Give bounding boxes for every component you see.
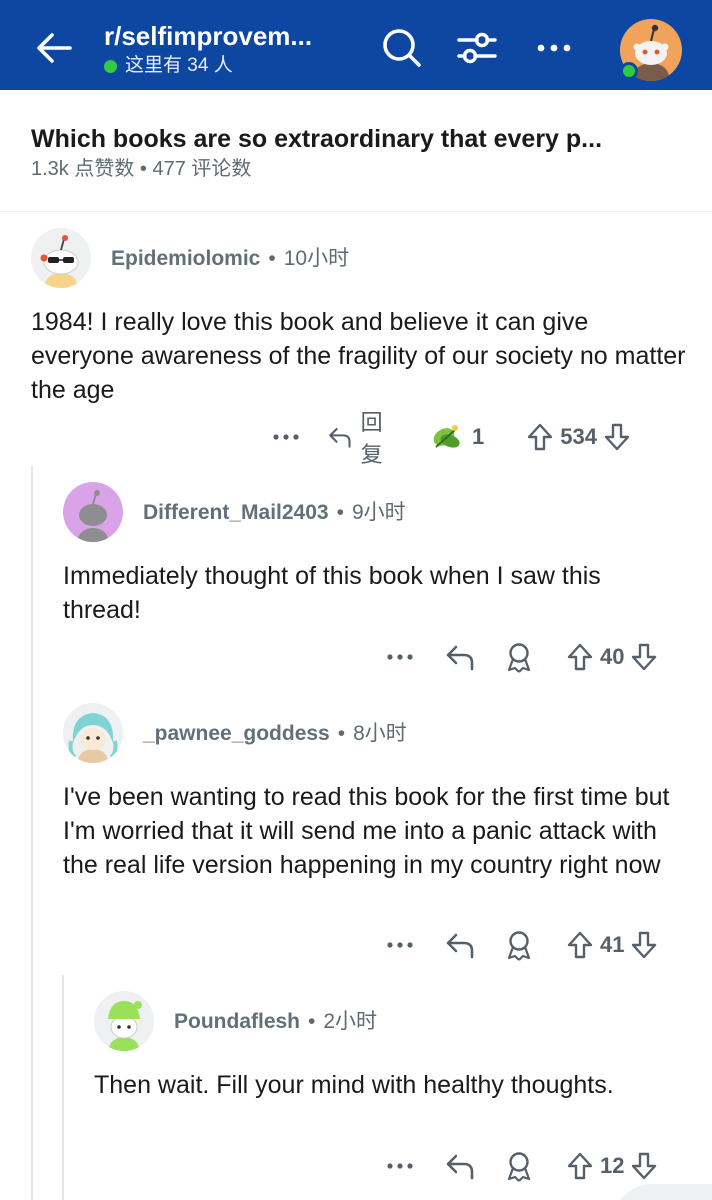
reply-button[interactable]: 回复 <box>327 405 396 469</box>
more-icon <box>387 942 413 948</box>
more-button[interactable] <box>530 24 578 72</box>
award-ribbon-icon <box>507 643 531 673</box>
downvote-button[interactable] <box>630 642 658 672</box>
comment-author[interactable]: Epidemiolomic <box>111 247 260 270</box>
comment-time: 9小时 <box>351 501 406 524</box>
green-hat-avatar-icon <box>108 1001 142 1051</box>
comment-body[interactable]: I've been wanting to read this book for … <box>63 780 693 882</box>
more-icon <box>273 434 300 440</box>
vote-score: 41 <box>600 932 625 957</box>
comment-author[interactable]: _pawnee_goddess <box>143 722 330 745</box>
more-icon <box>537 44 571 52</box>
post-stats: 1.3k 点赞数 • 477 评论数 <box>31 158 252 180</box>
award-ribbon-icon <box>507 1152 531 1182</box>
comment-author[interactable]: Different_Mail2403 <box>143 501 329 524</box>
award-count: 1 <box>472 424 485 449</box>
upvote-button[interactable] <box>566 1151 594 1181</box>
default-avatar-icon <box>78 490 108 542</box>
reply-label: 回复 <box>360 410 383 467</box>
more-options-button[interactable] <box>380 940 420 950</box>
reply-icon <box>446 645 474 671</box>
back-button[interactable] <box>28 24 80 72</box>
more-icon <box>387 1163 413 1169</box>
meta-separator: • <box>337 722 346 745</box>
reply-button[interactable] <box>444 1151 476 1181</box>
online-count: 这里有 34 人 <box>104 54 374 78</box>
top-bar: r/selfimprovem... 这里有 34 人 <box>0 0 712 90</box>
award-button[interactable] <box>504 1150 534 1182</box>
downvote-arrow-icon <box>632 643 657 671</box>
subreddit-name[interactable]: r/selfimprovem... <box>104 20 374 52</box>
meta-separator: • <box>268 247 276 270</box>
comment-meta: Poundaflesh • 2小时 <box>174 1009 377 1035</box>
thread-line[interactable] <box>31 466 33 1200</box>
meta-separator: • <box>336 501 344 524</box>
comment-body[interactable]: Then wait. Fill your mind with healthy t… <box>94 1068 614 1102</box>
comment-time: 10小时 <box>283 247 350 270</box>
teal-hair-avatar-icon <box>68 713 118 763</box>
search-button[interactable] <box>378 24 426 72</box>
comment-meta: Epidemiolomic • 10小时 <box>111 246 349 272</box>
award-leaf-icon <box>433 425 460 448</box>
more-options-button[interactable] <box>270 432 303 442</box>
downvote-button[interactable] <box>630 1151 658 1181</box>
filter-button[interactable] <box>453 24 501 72</box>
reply-button[interactable] <box>444 642 476 672</box>
comment-body[interactable]: 1984! I really love this book and believ… <box>31 305 691 407</box>
downvote-arrow-icon <box>632 931 657 959</box>
downvote-button[interactable] <box>603 422 631 452</box>
reply-icon <box>329 427 351 448</box>
comment-time: 2小时 <box>323 1010 378 1033</box>
post-header[interactable]: Which books are so extraordinary that ev… <box>0 90 712 212</box>
subreddit-title-block[interactable]: r/selfimprovem... 这里有 34 人 <box>104 20 374 78</box>
upvote-arrow-icon <box>567 931 593 959</box>
snoo-sunglasses-avatar-icon <box>40 235 79 288</box>
upvote-arrow-icon <box>567 1152 593 1180</box>
more-icon <box>387 654 413 660</box>
search-icon <box>383 29 421 67</box>
comment-time: 8小时 <box>353 722 407 745</box>
vote-score: 12 <box>600 1153 625 1178</box>
award-button[interactable] <box>504 641 534 673</box>
thread-line[interactable] <box>62 975 64 1200</box>
upvote-arrow-icon <box>528 423 553 451</box>
post-title[interactable]: Which books are so extraordinary that ev… <box>31 124 691 154</box>
vote-score: 40 <box>600 644 625 669</box>
avatar[interactable] <box>63 482 123 542</box>
comment-author[interactable]: Poundaflesh <box>174 1010 300 1033</box>
upvote-button[interactable] <box>526 422 554 452</box>
comment-actions: 回复 1 534 <box>270 410 631 467</box>
avatar[interactable] <box>63 703 123 763</box>
more-options-button[interactable] <box>380 1161 420 1171</box>
vote-score: 534 <box>560 424 597 449</box>
floating-action-edge[interactable] <box>612 1184 712 1200</box>
more-options-button[interactable] <box>380 652 420 662</box>
back-arrow-icon <box>37 33 72 63</box>
comment-meta: Different_Mail2403 • 9小时 <box>143 500 406 526</box>
avatar[interactable] <box>31 228 91 288</box>
comment-actions: 41 <box>380 925 658 965</box>
upvote-arrow-icon <box>567 643 593 671</box>
comment-meta: _pawnee_goddess • 8小时 <box>143 721 407 747</box>
upvote-button[interactable] <box>566 642 594 672</box>
filter-icon <box>457 32 497 64</box>
comment-body[interactable]: Immediately thought of this book when I … <box>63 559 683 627</box>
award-button[interactable]: 1 <box>428 419 484 455</box>
meta-separator: • <box>308 1010 316 1033</box>
comment-actions: 12 <box>380 1146 658 1186</box>
downvote-arrow-icon <box>604 423 630 451</box>
reply-icon <box>446 1154 474 1180</box>
downvote-arrow-icon <box>632 1152 657 1180</box>
reply-icon <box>446 933 474 959</box>
upvote-button[interactable] <box>566 930 594 960</box>
online-dot-icon <box>104 59 117 73</box>
award-ribbon-icon <box>507 931 531 961</box>
reply-button[interactable] <box>444 930 476 960</box>
downvote-button[interactable] <box>630 930 658 960</box>
online-count-label: 这里有 34 人 <box>125 55 233 76</box>
avatar-online-dot-icon <box>620 62 638 80</box>
avatar[interactable] <box>94 991 154 1051</box>
award-button[interactable] <box>504 929 534 961</box>
comment-actions: 40 <box>380 637 658 677</box>
